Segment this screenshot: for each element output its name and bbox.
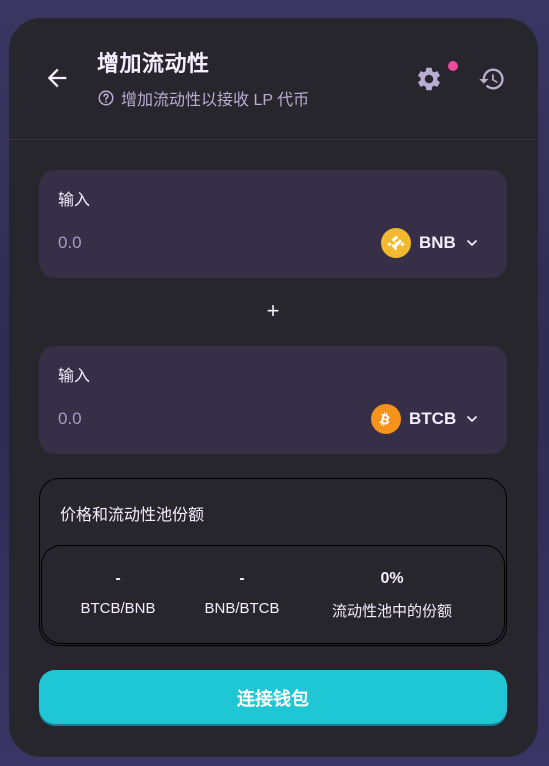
question-circle-icon[interactable] xyxy=(97,89,115,107)
stat-label: BNB/BTCB xyxy=(204,600,280,617)
price-pool-share-box: 价格和流动性池份额 - BTCB/BNB - BNB/BTCB 0% 流动性池中… xyxy=(39,478,507,646)
input-label: 输入 xyxy=(58,368,91,385)
chevron-down-icon xyxy=(467,416,478,422)
page-title: 增加流动性 xyxy=(97,51,210,76)
token-select-btcb[interactable]: BTCB xyxy=(371,404,480,434)
stat-label: 流动性池中的份额 xyxy=(331,603,452,620)
notification-dot xyxy=(448,61,458,71)
pool-share-title: 价格和流动性池份额 xyxy=(60,507,205,524)
pool-share-stats: - BTCB/BNB - BNB/BTCB 0% 流动性池中的份额 xyxy=(41,545,505,644)
add-liquidity-card: 增加流动性 增加流动性以接收 LP 代币 输入 0.0 BNB + 输入 0.0… xyxy=(9,18,538,757)
stat-value: - xyxy=(239,570,245,587)
arrow-left-icon xyxy=(47,68,67,88)
token-select-bnb[interactable]: BNB xyxy=(381,228,480,258)
input-label: 输入 xyxy=(58,192,91,209)
subtitle-text: 增加流动性以接收 LP 代币 xyxy=(121,92,310,109)
stat-label: BTCB/BNB xyxy=(80,600,156,617)
amount-input-b[interactable] xyxy=(58,402,258,436)
stat-value: 0% xyxy=(380,570,404,587)
stat-pool-share: 0% 流动性池中的份额 xyxy=(324,570,460,621)
plus-icon: + xyxy=(266,298,280,323)
btcb-token-icon xyxy=(371,404,401,434)
card-header: 增加流动性 增加流动性以接收 LP 代币 xyxy=(9,18,538,140)
token-input-panel-a: 输入 BNB xyxy=(39,170,507,278)
token-input-panel-b: 输入 BTCB xyxy=(39,346,507,454)
page-subtitle: 增加流动性以接收 LP 代币 xyxy=(97,86,309,110)
chevron-down-icon xyxy=(466,240,477,246)
history-icon xyxy=(479,68,504,90)
history-button[interactable] xyxy=(477,64,507,94)
connect-wallet-button[interactable]: 连接钱包 xyxy=(39,670,507,726)
stat-bnb-per-btcb: - BNB/BTCB xyxy=(200,570,284,617)
stat-value: - xyxy=(115,570,121,587)
bnb-token-icon xyxy=(381,228,411,258)
gear-icon xyxy=(418,67,440,91)
amount-input-a[interactable] xyxy=(58,226,258,260)
back-button[interactable] xyxy=(41,62,73,94)
token-symbol: BNB xyxy=(419,233,456,252)
settings-button[interactable] xyxy=(414,64,444,94)
token-symbol: BTCB xyxy=(409,409,457,428)
stat-btcb-per-bnb: - BTCB/BNB xyxy=(76,570,160,617)
